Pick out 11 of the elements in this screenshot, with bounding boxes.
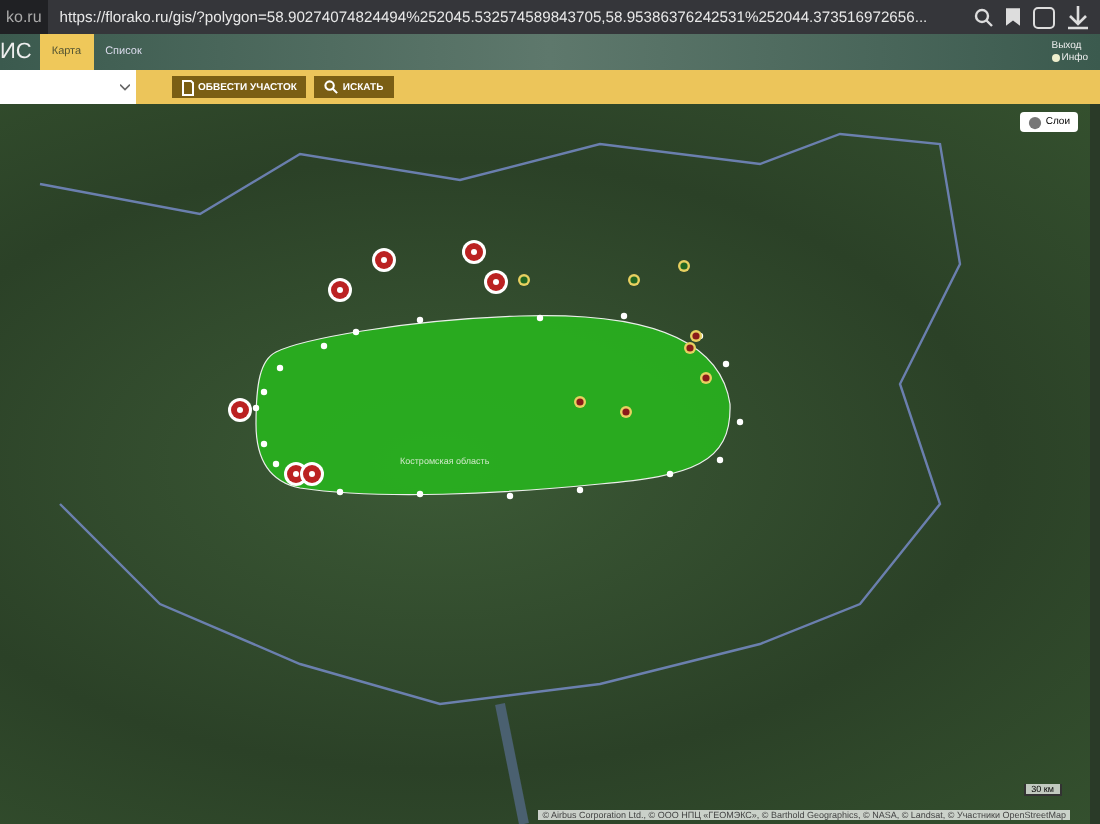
select-field[interactable] [0,70,136,104]
download-icon[interactable] [1068,5,1088,29]
info-icon [1051,54,1060,62]
layers-icon [1027,115,1042,129]
app-logo: ИС [0,38,34,68]
zoom-icon[interactable] [974,7,994,27]
tab-fragment: ko.ru [0,0,48,34]
document-icon [182,79,194,95]
caret-icon [120,83,130,91]
search-icon [324,80,339,94]
bookmark-icon[interactable] [1006,8,1020,26]
